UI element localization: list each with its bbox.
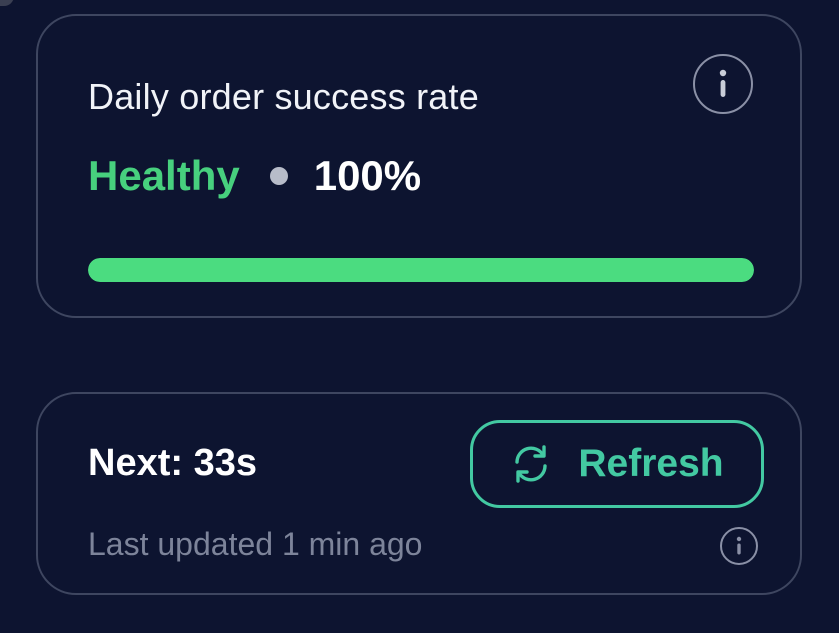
info-icon <box>719 69 727 97</box>
refresh-button[interactable]: Refresh <box>470 420 764 508</box>
card-title: Daily order success rate <box>88 76 479 117</box>
separator-dot <box>269 167 288 185</box>
progress-fill <box>88 258 754 282</box>
refresh-icon <box>510 443 552 485</box>
status-row: Healthy 100% <box>88 148 421 204</box>
last-updated-info-button[interactable] <box>720 527 758 565</box>
refresh-card: Next: 33s Refresh Last updated 1 min ago <box>36 392 802 595</box>
info-button[interactable] <box>693 54 753 114</box>
info-icon <box>736 536 742 555</box>
last-updated-text: Last updated 1 min ago <box>88 526 423 562</box>
refresh-label: Refresh <box>578 442 724 485</box>
success-percent: 100% <box>313 152 422 199</box>
status-label: Healthy <box>88 152 240 199</box>
corner-decoration <box>0 0 14 6</box>
success-progress-bar <box>88 258 754 282</box>
success-rate-card: Daily order success rate Healthy 100% <box>36 14 802 318</box>
next-refresh-countdown: Next: 33s <box>88 442 257 484</box>
